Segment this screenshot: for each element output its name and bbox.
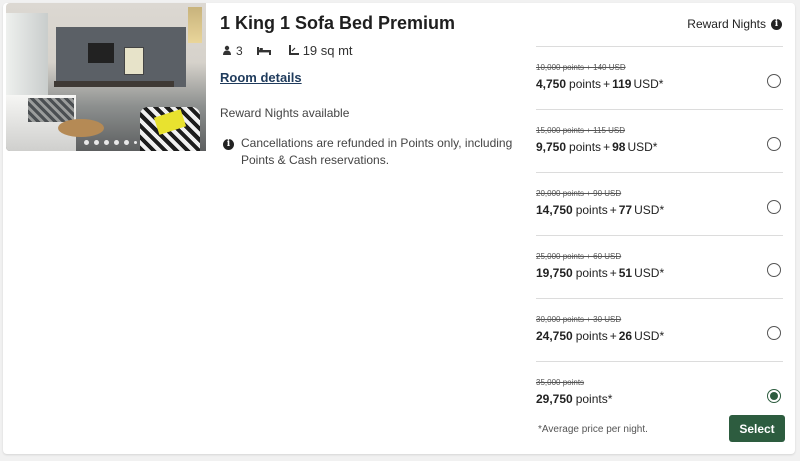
discounted-price: 14,750 points +77 USD* [536, 203, 664, 217]
carousel-dot[interactable] [134, 141, 137, 144]
average-price-note: *Average price per night. [538, 424, 648, 435]
info-icon: i [223, 139, 234, 150]
discounted-price: 4,750 points +119 USD* [536, 77, 663, 91]
plus-sign: + [609, 266, 617, 280]
plus-sign: + [603, 140, 611, 154]
discounted-price: 29,750 points* [536, 392, 612, 406]
carousel-dot[interactable] [124, 140, 129, 145]
select-button[interactable]: Select [729, 415, 785, 442]
guests-count: 3 [236, 43, 243, 58]
room-card: 1 King 1 Sofa Bed Premium 3 19 sq mt Roo… [3, 3, 795, 454]
cash-amount: 26 [618, 329, 633, 343]
original-price: 35,000 points [536, 378, 585, 387]
points-amount: 9,750 [536, 140, 567, 154]
person-icon [222, 44, 232, 58]
size-info: 19 sq mt [288, 43, 353, 58]
carousel-dot[interactable] [94, 140, 99, 145]
rate-radio-button[interactable] [767, 200, 781, 214]
points-amount: 19,750 [536, 266, 573, 280]
points-label: points [569, 77, 602, 91]
reward-available-text: Reward Nights available [220, 106, 350, 120]
carousel-dot[interactable] [84, 140, 89, 145]
discounted-price: 19,750 points +51 USD* [536, 266, 664, 280]
points-amount: 29,750 [536, 392, 573, 406]
cash-amount: 51 [618, 266, 633, 280]
photo-tv [88, 43, 114, 63]
cancellation-note: Cancellations are refunded in Points onl… [241, 136, 513, 167]
rate-option[interactable]: 30,000 points + 30 USD 24,750 points +26 USD… [536, 298, 783, 361]
points-amount: 24,750 [536, 329, 573, 343]
bed-info [256, 44, 275, 58]
original-price: 15,000 points + 115 USD [536, 126, 626, 135]
plus-sign: + [609, 329, 617, 343]
original-price: 25,000 points + 60 USD [536, 252, 622, 261]
carousel-dots [84, 140, 137, 145]
original-price: 20,000 points + 90 USD [536, 189, 622, 198]
rate-radio-button[interactable] [767, 263, 781, 277]
reward-nights-header: Reward Nights i [687, 17, 782, 31]
rate-option[interactable]: 25,000 points + 60 USD 19,750 points +51 USD… [536, 235, 783, 298]
photo-bed-throw [28, 98, 74, 122]
rate-radio-button[interactable] [767, 389, 781, 403]
rate-radio-button[interactable] [767, 326, 781, 340]
rate-option[interactable]: 10,000 points + 140 USD 4,750 points +119 US… [536, 46, 783, 109]
room-details-link[interactable]: Room details [220, 70, 302, 85]
guests-info: 3 [222, 44, 243, 58]
bed-icon [256, 44, 271, 58]
room-title: 1 King 1 Sofa Bed Premium [220, 13, 456, 33]
carousel-dot[interactable] [114, 140, 119, 145]
points-label: points* [575, 392, 613, 406]
reward-nights-label: Reward Nights [687, 17, 766, 31]
photo-art [124, 47, 144, 75]
cash-label: USD* [634, 266, 665, 280]
rate-radio-button[interactable] [767, 74, 781, 88]
room-size: 19 sq mt [302, 43, 353, 58]
photo-table [58, 119, 104, 137]
photo-lamp [188, 7, 202, 43]
photo-desk [54, 81, 174, 87]
points-label: points [575, 203, 608, 217]
cash-amount: 77 [618, 203, 633, 217]
room-meta: 3 19 sq mt [222, 43, 367, 58]
cash-amount: 98 [612, 140, 626, 154]
rate-radio-button[interactable] [767, 137, 781, 151]
points-label: points [575, 266, 608, 280]
cash-label: USD* [634, 329, 665, 343]
room-photo-carousel[interactable] [6, 3, 206, 151]
info-icon[interactable]: i [771, 18, 782, 30]
rate-option[interactable]: 20,000 points + 90 USD 14,750 points +77 USD… [536, 172, 783, 235]
points-amount: 4,750 [536, 77, 567, 91]
original-price: 10,000 points + 140 USD [536, 63, 626, 72]
area-icon [288, 44, 299, 58]
photo-wall-panel [56, 27, 186, 87]
plus-sign: + [609, 203, 617, 217]
cash-label: USD* [627, 140, 658, 154]
discounted-price: 24,750 points +26 USD* [536, 329, 664, 343]
rate-option[interactable]: 15,000 points + 115 USD 9,750 points +98 USD… [536, 109, 783, 172]
points-label: points [575, 329, 608, 343]
cancellation-info: i Cancellations are refunded in Points o… [223, 135, 513, 169]
original-price: 30,000 points + 30 USD [536, 315, 622, 324]
points-label: points [569, 140, 602, 154]
carousel-dot[interactable] [104, 140, 109, 145]
plus-sign: + [603, 77, 611, 91]
discounted-price: 9,750 points +98 USD* [536, 140, 657, 154]
cash-label: USD* [633, 77, 664, 91]
cash-label: USD* [634, 203, 665, 217]
points-amount: 14,750 [536, 203, 573, 217]
cash-amount: 119 [612, 77, 632, 91]
rate-options: 10,000 points + 140 USD 4,750 points +119 US… [536, 46, 783, 424]
